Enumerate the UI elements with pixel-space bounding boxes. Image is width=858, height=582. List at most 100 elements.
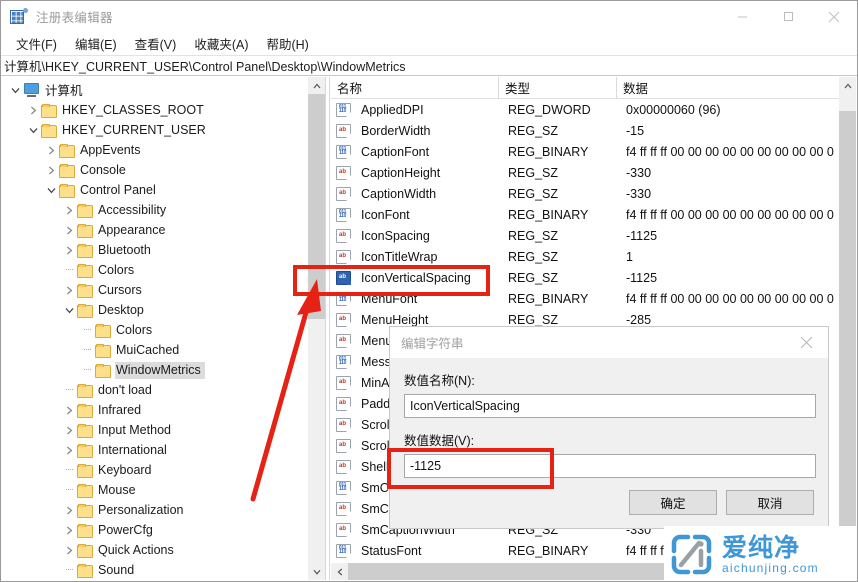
tree-node[interactable]: Sound <box>2 560 307 580</box>
tree-node-label: Sound <box>97 562 138 579</box>
chevron-down-icon[interactable] <box>44 180 59 200</box>
cancel-button[interactable]: 取消 <box>726 490 814 515</box>
tree-node[interactable]: Cursors <box>2 280 307 300</box>
registry-tree-pane: 计算机HKEY_CLASSES_ROOTHKEY_CURRENT_USERApp… <box>2 77 308 580</box>
values-scroll-up-icon[interactable] <box>839 77 856 94</box>
values-header: 名称 类型 数据 <box>331 77 839 99</box>
tree-node[interactable]: International <box>2 440 307 460</box>
address-bar[interactable]: 计算机\HKEY_CURRENT_USER\Control Panel\Desk… <box>1 55 857 76</box>
pane-splitter[interactable] <box>325 77 330 580</box>
tree-node[interactable]: Control Panel <box>2 180 307 200</box>
chevron-right-icon[interactable] <box>62 440 77 460</box>
value-type-cell: REG_SZ <box>502 229 620 243</box>
value-row[interactable]: abCaptionWidthREG_SZ-330 <box>331 183 839 204</box>
value-row[interactable]: abIconVerticalSpacingREG_SZ-1125 <box>331 267 839 288</box>
tree-node[interactable]: Personalization <box>2 500 307 520</box>
tree-node[interactable]: HKEY_CURRENT_USER <box>2 120 307 140</box>
chevron-right-icon[interactable] <box>44 140 59 160</box>
value-row[interactable]: 011110CaptionFontREG_BINARYf4 ff ff ff 0… <box>331 141 839 162</box>
chevron-right-icon[interactable] <box>62 280 77 300</box>
maximize-icon[interactable] <box>765 1 811 32</box>
tree-node[interactable]: 计算机 <box>2 80 307 100</box>
chevron-right-icon[interactable] <box>62 400 77 420</box>
folder-icon <box>77 384 92 397</box>
chevron-right-icon[interactable] <box>44 160 59 180</box>
tree-node[interactable]: HKEY_CLASSES_ROOT <box>2 100 307 120</box>
column-header-type[interactable]: 类型 <box>499 77 617 99</box>
chevron-right-icon[interactable] <box>62 240 77 260</box>
tree-node-label: MuiCached <box>115 342 183 359</box>
tree-scrollbar-thumb[interactable] <box>308 94 325 319</box>
value-row[interactable]: abBorderWidthREG_SZ-15 <box>331 120 839 141</box>
column-header-name[interactable]: 名称 <box>331 77 499 99</box>
tree-node[interactable]: PowerCfg <box>2 520 307 540</box>
chevron-right-icon[interactable] <box>62 520 77 540</box>
tree-node-label: Colors <box>115 322 156 339</box>
tree-node[interactable]: Desktop <box>2 300 307 320</box>
tree-node[interactable]: Colors <box>2 320 307 340</box>
folder-icon <box>95 364 110 377</box>
folder-icon <box>77 464 92 477</box>
tree-node[interactable]: Console <box>2 160 307 180</box>
menu-favorites[interactable]: 收藏夹(A) <box>185 32 257 55</box>
value-data-cell: f4 ff ff ff 00 00 00 00 00 00 00 00 00 0 <box>620 292 839 306</box>
string-value-icon: ab <box>336 187 351 201</box>
tree-node[interactable]: AppEvents <box>2 140 307 160</box>
menu-file[interactable]: 文件(F) <box>7 32 66 55</box>
value-row[interactable]: abIconTitleWrapREG_SZ1 <box>331 246 839 267</box>
scroll-left-icon[interactable] <box>331 563 348 580</box>
menu-help[interactable]: 帮助(H) <box>257 32 317 55</box>
dialog-title: 编辑字符串 <box>401 333 464 352</box>
chevron-right-icon[interactable] <box>62 540 77 560</box>
tree-node[interactable]: Mouse <box>2 480 307 500</box>
tree-scrollbar[interactable] <box>308 77 325 580</box>
chevron-right-icon[interactable] <box>62 420 77 440</box>
chevron-right-icon[interactable] <box>62 200 77 220</box>
value-row[interactable]: 011110AppliedDPIREG_DWORD0x00000060 (96) <box>331 99 839 120</box>
tree-node[interactable]: WindowMetrics <box>2 360 307 380</box>
value-row[interactable]: abCaptionHeightREG_SZ-330 <box>331 162 839 183</box>
chevron-down-icon[interactable] <box>62 300 77 320</box>
tree-node[interactable]: Colors <box>2 260 307 280</box>
folder-icon <box>59 144 74 157</box>
menu-edit[interactable]: 编辑(E) <box>66 32 126 55</box>
folder-icon <box>77 264 92 277</box>
value-row[interactable]: 011110IconFontREG_BINARYf4 ff ff ff 00 0… <box>331 204 839 225</box>
menu-view[interactable]: 查看(V) <box>126 32 186 55</box>
folder-icon <box>77 404 92 417</box>
menu-bar: 文件(F) 编辑(E) 查看(V) 收藏夹(A) 帮助(H) <box>1 32 857 55</box>
tree-node[interactable]: Input Method <box>2 420 307 440</box>
chevron-down-icon[interactable] <box>8 80 23 100</box>
tree-node[interactable]: Quick Actions <box>2 540 307 560</box>
value-name-cell: CaptionHeight <box>355 166 502 180</box>
folder-icon <box>59 164 74 177</box>
scroll-down-icon[interactable] <box>308 563 325 580</box>
close-icon[interactable] <box>811 1 857 32</box>
dialog-close-icon[interactable] <box>784 327 828 358</box>
folder-icon <box>41 124 56 137</box>
tree-node[interactable]: Infrared <box>2 400 307 420</box>
tree-node[interactable]: MuiCached <box>2 340 307 360</box>
value-name-cell: IconSpacing <box>355 229 502 243</box>
chevron-right-icon[interactable] <box>62 500 77 520</box>
binary-value-icon: 011110 <box>336 481 351 495</box>
value-data-input[interactable] <box>404 454 816 478</box>
values-scrollbar-thumb[interactable] <box>839 111 856 571</box>
chevron-right-icon[interactable] <box>26 100 41 120</box>
tree-node[interactable]: Appearance <box>2 220 307 240</box>
minimize-icon[interactable] <box>719 1 765 32</box>
chevron-right-icon[interactable] <box>62 220 77 240</box>
column-header-data[interactable]: 数据 <box>617 77 839 99</box>
tree-node[interactable]: Bluetooth <box>2 240 307 260</box>
value-row[interactable]: abIconSpacingREG_SZ-1125 <box>331 225 839 246</box>
value-name-input[interactable] <box>404 394 816 418</box>
values-scrollbar[interactable] <box>839 77 856 580</box>
tree-node[interactable]: Accessibility <box>2 200 307 220</box>
tree-node[interactable]: don't load <box>2 380 307 400</box>
scroll-up-icon[interactable] <box>308 77 325 94</box>
tree-node[interactable]: Keyboard <box>2 460 307 480</box>
chevron-down-icon[interactable] <box>26 120 41 140</box>
string-value-icon: ab <box>336 166 351 180</box>
value-row[interactable]: 011110MenuFontREG_BINARYf4 ff ff ff 00 0… <box>331 288 839 309</box>
ok-button[interactable]: 确定 <box>629 490 717 515</box>
